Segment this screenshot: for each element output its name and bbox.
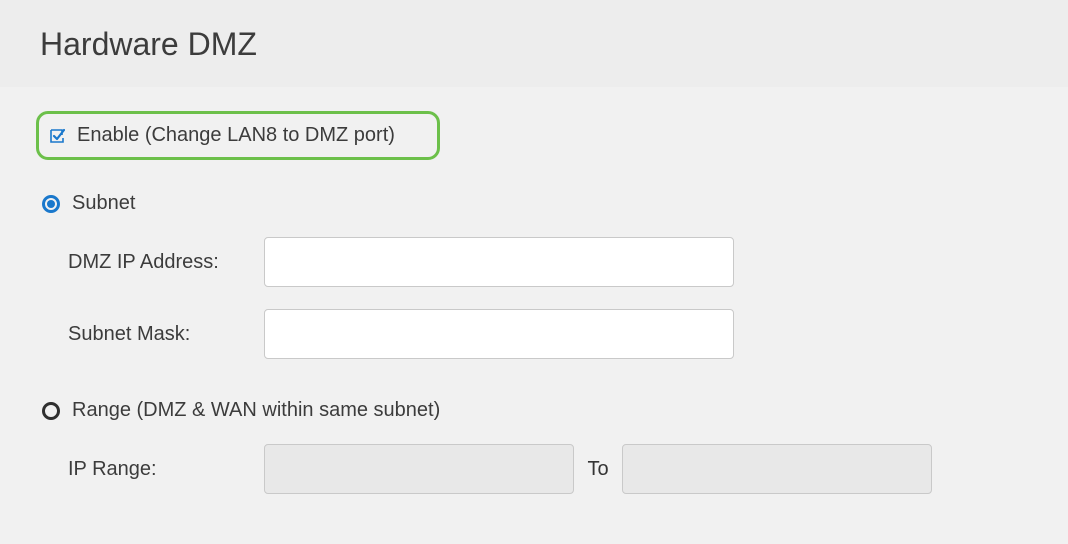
page-header: Hardware DMZ <box>0 0 1068 87</box>
page-content: Enable (Change LAN8 to DMZ port) Subnet … <box>0 87 1068 494</box>
dmz-ip-input[interactable] <box>264 237 734 287</box>
subnet-fields: DMZ IP Address: Subnet Mask: <box>36 237 1032 359</box>
radio-subnet[interactable] <box>42 195 60 213</box>
dmz-ip-label: DMZ IP Address: <box>68 251 264 274</box>
radio-range[interactable] <box>42 402 60 420</box>
ip-range-to-input[interactable] <box>622 444 932 494</box>
ip-range-to-label: To <box>574 458 622 481</box>
option-subnet[interactable]: Subnet <box>36 192 1032 215</box>
range-fields: IP Range: To <box>36 444 1032 494</box>
enable-label: Enable (Change LAN8 to DMZ port) <box>77 124 395 147</box>
ip-range-label: IP Range: <box>68 458 264 481</box>
field-subnet-mask: Subnet Mask: <box>68 309 1032 359</box>
subnet-mask-label: Subnet Mask: <box>68 323 264 346</box>
enable-highlight: Enable (Change LAN8 to DMZ port) <box>36 111 440 160</box>
ip-range-from-input[interactable] <box>264 444 574 494</box>
radio-range-label: Range (DMZ & WAN within same subnet) <box>72 399 440 422</box>
radio-subnet-label: Subnet <box>72 192 135 215</box>
option-range[interactable]: Range (DMZ & WAN within same subnet) <box>36 399 1032 422</box>
page-title: Hardware DMZ <box>40 26 1028 63</box>
field-dmz-ip: DMZ IP Address: <box>68 237 1032 287</box>
enable-checkbox[interactable] <box>49 128 65 144</box>
subnet-mask-input[interactable] <box>264 309 734 359</box>
field-ip-range: IP Range: To <box>68 444 1032 494</box>
checkbox-checked-icon <box>49 128 65 144</box>
